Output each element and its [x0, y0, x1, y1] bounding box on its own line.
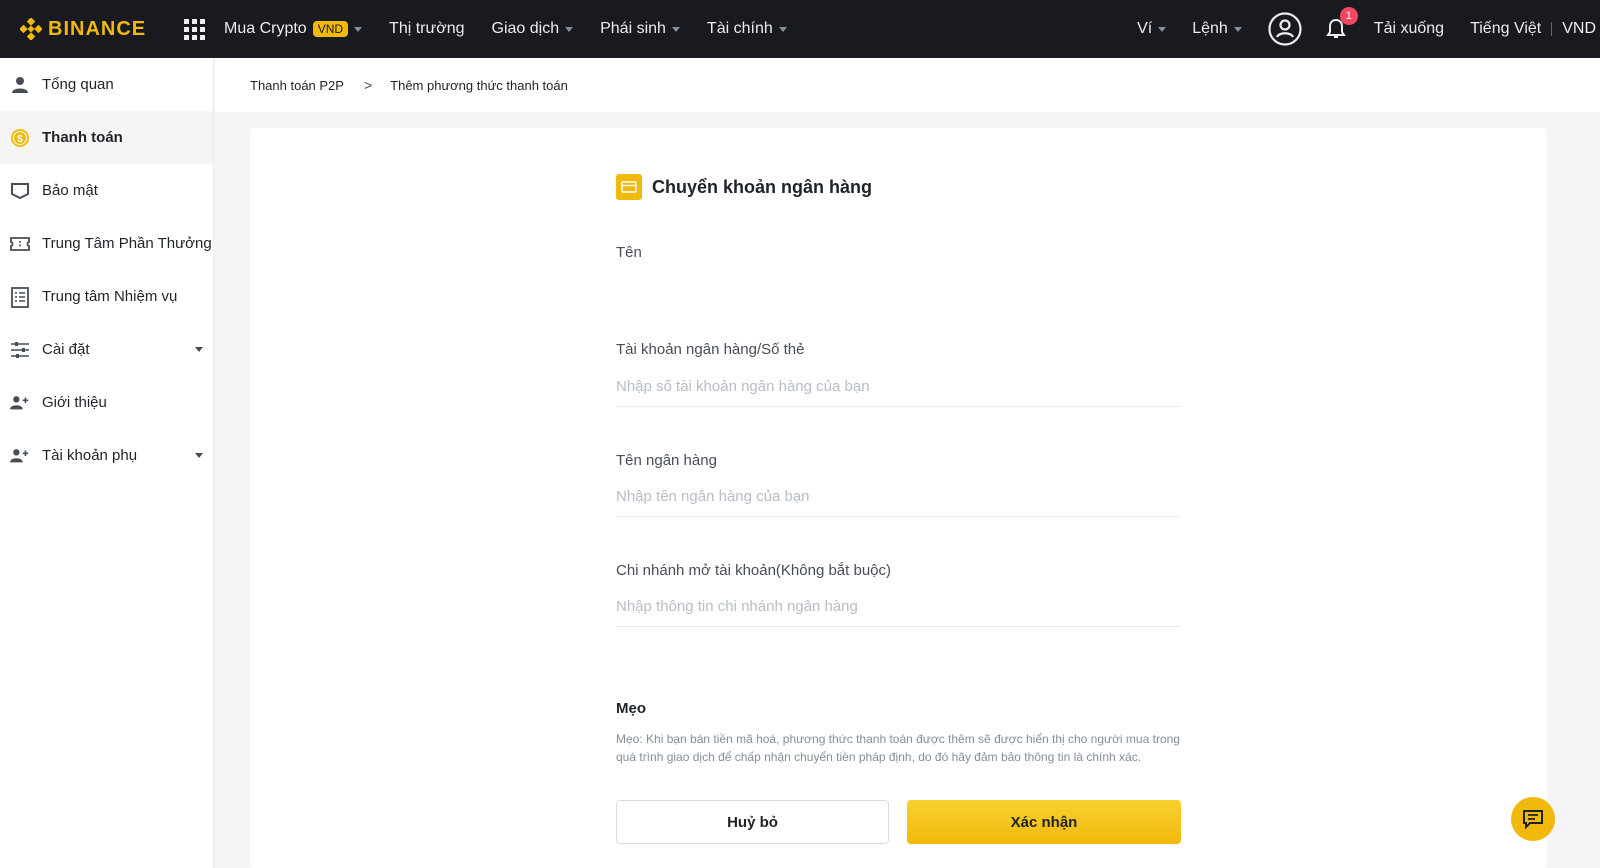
chevron-down-icon: [1158, 26, 1167, 32]
confirm-button[interactable]: Xác nhận: [907, 800, 1181, 844]
chevron-down-icon: [195, 347, 203, 352]
nav-finance[interactable]: Tài chính: [707, 20, 787, 38]
sidebar-item-label: Tài khoản phụ: [42, 447, 138, 464]
nav-language[interactable]: Tiếng Việt: [1470, 20, 1541, 38]
add-user-icon: [10, 446, 30, 466]
breadcrumb: Thanh toán P2P > Thêm phương thức thanh …: [215, 58, 1600, 112]
account-icon[interactable]: [1268, 12, 1302, 46]
nav-buy-crypto-label: Mua Crypto: [224, 20, 307, 37]
bank-account-label: Tài khoản ngân hàng/Số thẻ: [616, 341, 805, 358]
shield-icon: [10, 181, 30, 201]
bank-branch-field[interactable]: [616, 587, 1181, 627]
nav-orders-label: Lệnh: [1192, 20, 1228, 37]
chevron-down-icon: [671, 26, 680, 32]
nav-download[interactable]: Tải xuống: [1374, 20, 1444, 38]
chat-support-button[interactable]: [1511, 797, 1555, 841]
chevron-down-icon: [195, 453, 203, 458]
sidebar-item-overview[interactable]: Tổng quan: [0, 58, 213, 111]
nav-currency[interactable]: VND: [1562, 20, 1596, 38]
sliders-icon: [10, 340, 30, 360]
breadcrumb-current: Thêm phương thức thanh toán: [390, 77, 568, 93]
binance-logo[interactable]: BINANCE: [20, 18, 160, 41]
currency-badge: VND: [312, 21, 349, 37]
user-icon: [10, 75, 30, 95]
main-card: Chuyển khoản ngân hàng Tên Tài khoản ngâ…: [250, 128, 1547, 868]
chevron-down-icon: [354, 26, 363, 32]
sidebar-item-label: Trung tâm Nhiệm vụ: [42, 288, 178, 305]
bank-branch-label: Chi nhánh mở tài khoản(Không bắt buộc): [616, 562, 892, 579]
chevron-down-icon: [1233, 26, 1242, 32]
notifications-button[interactable]: 1: [1324, 7, 1358, 41]
logo-text: BINANCE: [48, 17, 147, 40]
svg-text:$: $: [17, 134, 23, 145]
add-user-icon: [10, 393, 30, 413]
top-navbar: BINANCE Mua Crypto VND Thị trường Giao d…: [0, 0, 1600, 58]
breadcrumb-parent-link[interactable]: Thanh toán P2P: [250, 78, 344, 93]
cancel-button[interactable]: Huỷ bỏ: [616, 800, 889, 844]
nav-orders[interactable]: Lệnh: [1192, 20, 1242, 38]
nav-finance-label: Tài chính: [706, 20, 773, 37]
sidebar: Tổng quan $ Thanh toán Bảo mật Trung Tâm…: [0, 58, 214, 868]
chevron-down-icon: [778, 26, 787, 32]
nav-download-label: Tải xuống: [1373, 20, 1445, 37]
apps-grid-icon[interactable]: [184, 19, 205, 40]
sidebar-item-label: Cài đặt: [42, 341, 90, 358]
main-nav: Mua Crypto VND Thị trường Giao dịch Phái…: [224, 20, 814, 38]
ticket-icon: [10, 234, 30, 254]
sidebar-item-settings[interactable]: Cài đặt: [0, 323, 213, 376]
sidebar-item-label: Bảo mật: [42, 182, 98, 199]
tips-title: Mẹo: [616, 700, 646, 717]
sidebar-item-label: Thanh toán: [42, 129, 123, 146]
nav-derivatives[interactable]: Phái sinh: [600, 20, 680, 38]
chevron-right-icon: >: [363, 77, 373, 93]
binance-logo-icon: [20, 18, 42, 40]
notification-count-badge: 1: [1339, 7, 1358, 25]
header-right: Ví Lệnh 1 Tải xuống Tiếng Việt VND: [1137, 0, 1600, 58]
sidebar-item-label: Tổng quan: [42, 76, 114, 93]
name-field[interactable]: [616, 268, 1181, 308]
nav-derivatives-label: Phái sinh: [600, 20, 666, 37]
chat-icon: [1523, 810, 1543, 829]
sidebar-item-label: Trung Tâm Phần Thưởng: [42, 235, 212, 252]
tips-text: Mẹo: Khi bạn bán tiền mã hoá, phương thứ…: [616, 732, 1180, 764]
divider: [1551, 22, 1553, 36]
sidebar-item-payment[interactable]: $ Thanh toán: [0, 111, 213, 164]
sidebar-item-label: Giới thiệu: [42, 394, 107, 411]
nav-wallet[interactable]: Ví: [1137, 20, 1167, 38]
nav-wallet-label: Ví: [1137, 20, 1153, 37]
bank-card-icon: [616, 174, 642, 200]
chevron-down-icon: [565, 26, 574, 32]
sidebar-item-task-center[interactable]: Trung tâm Nhiệm vụ: [0, 270, 213, 323]
bank-account-field[interactable]: [616, 367, 1181, 407]
bank-name-label: Tên ngân hàng: [616, 452, 717, 469]
nav-language-label: Tiếng Việt: [1470, 20, 1542, 37]
name-label: Tên: [616, 244, 642, 261]
checklist-icon: [10, 286, 30, 308]
nav-buy-crypto[interactable]: Mua Crypto VND: [224, 20, 363, 38]
nav-markets[interactable]: Thị trường: [389, 20, 464, 38]
bank-name-field[interactable]: [616, 477, 1181, 517]
sidebar-item-reward-center[interactable]: Trung Tâm Phần Thưởng: [0, 217, 213, 270]
nav-trade-label: Giao dịch: [491, 20, 560, 37]
sidebar-item-security[interactable]: Bảo mật: [0, 164, 213, 217]
form-title: Chuyển khoản ngân hàng: [616, 174, 872, 200]
dollar-coin-icon: $: [10, 128, 30, 148]
form-title-text: Chuyển khoản ngân hàng: [652, 176, 873, 197]
sidebar-item-sub-account[interactable]: Tài khoản phụ: [0, 429, 213, 482]
nav-trade[interactable]: Giao dịch: [492, 20, 574, 38]
sidebar-item-referral[interactable]: Giới thiệu: [0, 376, 213, 429]
nav-markets-label: Thị trường: [389, 20, 465, 37]
